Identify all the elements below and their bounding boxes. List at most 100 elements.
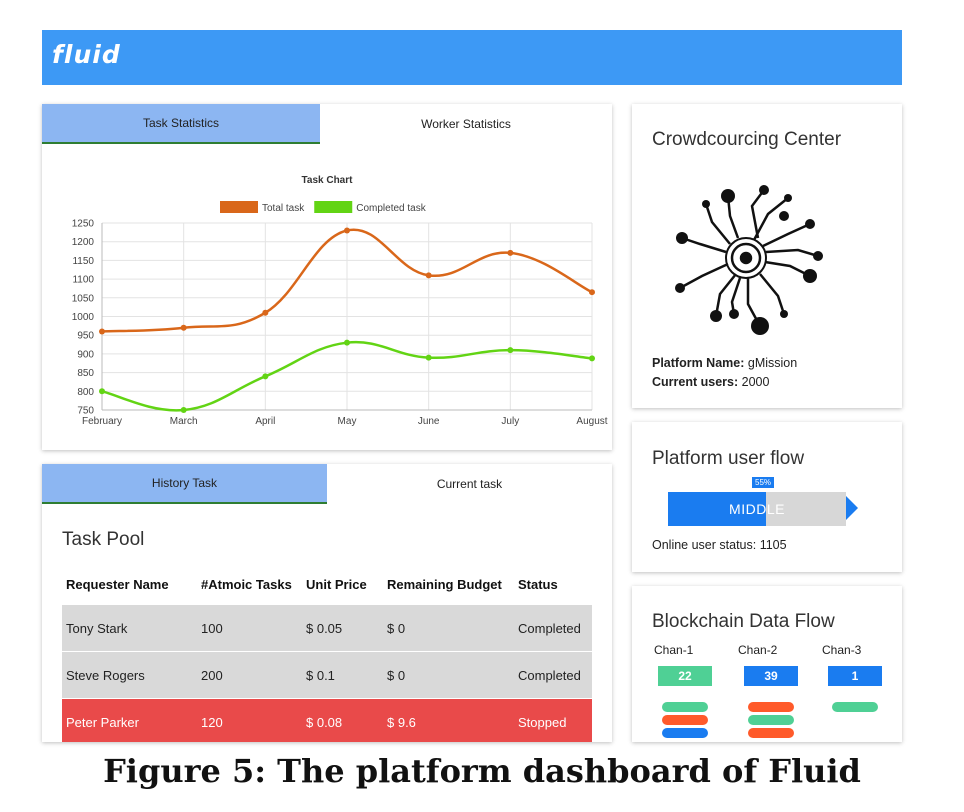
tab-current-task[interactable]: Current task [327, 464, 612, 504]
block-pill [748, 715, 794, 725]
data-point [180, 324, 187, 331]
chart-legend: Total task Completed task [220, 201, 427, 214]
data-point [425, 354, 432, 361]
table-cell: 100 [197, 604, 302, 652]
crowd-center-title: Crowdcourcing Center [652, 129, 842, 150]
x-axis: February March April May June July August [82, 416, 608, 427]
legend-label: Total task [262, 203, 305, 214]
x-tick-label: August [576, 416, 607, 427]
statistics-card: Task Statistics Worker Statistics Task C… [42, 104, 612, 450]
table-cell: $ 0.1 [302, 651, 383, 699]
data-point [344, 227, 350, 234]
column-header[interactable]: Requester Name [62, 564, 197, 605]
block-pill [832, 702, 878, 712]
table-cell: 200 [197, 651, 302, 699]
data-point [262, 309, 269, 316]
user-flow-title: Platform user flow [652, 448, 805, 469]
crowd-center-card: Crowdcourcing Center Platform Name: gMis… [632, 104, 902, 408]
y-tick-label: 1000 [72, 312, 95, 323]
table-cell: $ 0.05 [302, 604, 383, 652]
table-cell: 120 [197, 698, 302, 742]
data-point [589, 289, 595, 296]
task-chart: Task Chart Total task Completed task 750 8… [72, 175, 608, 427]
table-cell: $ 0 [383, 604, 514, 652]
data-point [507, 249, 514, 256]
chart-title: Task Chart [302, 175, 354, 186]
current-users-value: 2000 [741, 375, 770, 389]
column-header[interactable]: #Atmoic Tasks [197, 564, 302, 605]
task-tabs: History Task Current task [42, 464, 612, 504]
data-point [99, 388, 105, 395]
user-flow-bar: MIDDLE [668, 492, 846, 526]
table-cell: Stopped [514, 698, 592, 742]
data-point [99, 328, 105, 335]
x-tick-label: May [338, 416, 357, 427]
table-cell: Peter Parker [62, 698, 197, 742]
data-point [507, 347, 514, 354]
column-header[interactable]: Unit Price [302, 564, 383, 605]
brand-logo[interactable]: fluid [52, 40, 121, 69]
y-tick-label: 1150 [72, 256, 94, 267]
x-tick-label: July [501, 416, 519, 427]
x-tick-label: February [82, 416, 122, 427]
flow-arrow-icon [846, 496, 858, 520]
channel-label: Chan-3 [822, 643, 862, 657]
x-tick-label: April [255, 416, 275, 427]
y-tick-label: 1100 [72, 275, 94, 286]
legend-swatch [220, 201, 258, 213]
channel-count[interactable]: 39 [744, 666, 798, 686]
blockchain-title: Blockchain Data Flow [652, 611, 835, 632]
tab-history-task[interactable]: History Task [42, 464, 327, 504]
statistics-tabs: Task Statistics Worker Statistics [42, 104, 612, 144]
channel-count[interactable]: 1 [828, 666, 882, 686]
network-hub-icon [675, 185, 823, 335]
task-pool-table: Requester Name #Atmoic Tasks Unit Price … [62, 564, 592, 742]
table-header-row: Requester Name #Atmoic Tasks Unit Price … [62, 564, 592, 605]
platform-name-label: Platform Name: [652, 356, 745, 370]
platform-info: Platform Name: gMission Current users: 2… [652, 354, 797, 392]
x-tick-label: March [170, 416, 198, 427]
flow-percent-badge: 55% [752, 477, 775, 488]
channel-label: Chan-2 [738, 643, 778, 657]
table-cell: Tony Stark [62, 604, 197, 652]
table-cell: Steve Rogers [62, 651, 197, 699]
table-cell: $ 0 [383, 651, 514, 699]
table-cell: Completed [514, 604, 592, 652]
y-tick-label: 1250 [72, 219, 95, 230]
data-point [344, 339, 350, 346]
block-pill [662, 715, 708, 725]
y-tick-label: 750 [77, 406, 94, 417]
y-tick-label: 950 [77, 331, 94, 342]
column-header[interactable]: Status [514, 564, 592, 605]
tab-task-statistics[interactable]: Task Statistics [42, 104, 320, 144]
figure-caption: Figure 5: The platform dashboard of Flui… [103, 752, 861, 790]
online-status: Online user status: 1105 [652, 538, 787, 552]
chart-grid [101, 222, 593, 411]
block-pill [662, 702, 708, 712]
column-header[interactable]: Remaining Budget [383, 564, 514, 605]
blockchain-card: Blockchain Data Flow Chan-1 Chan-2 Chan-… [632, 586, 902, 742]
table-row[interactable]: Steve Rogers 200 $ 0.1 $ 0 Completed [62, 651, 592, 699]
block-pill [662, 728, 708, 738]
task-pool-title: Task Pool [62, 529, 145, 550]
data-point [425, 272, 432, 279]
current-users-label: Current users: [652, 375, 739, 389]
tab-worker-statistics[interactable]: Worker Statistics [320, 104, 612, 144]
user-flow-card: Platform user flow 55% MIDDLE Online use… [632, 422, 902, 572]
user-flow-level: MIDDLE [729, 501, 785, 517]
table-row[interactable]: Tony Stark 100 $ 0.05 $ 0 Completed [62, 604, 592, 652]
y-tick-label: 900 [77, 349, 94, 360]
table-cell: Completed [514, 651, 592, 699]
task-card: History Task Current task Task Pool Requ… [42, 464, 612, 742]
y-tick-label: 850 [77, 368, 94, 379]
table-row[interactable]: Peter Parker 120 $ 0.08 $ 9.6 Stopped [62, 698, 592, 742]
x-tick-label: June [418, 416, 440, 427]
channel-count[interactable]: 22 [658, 666, 712, 686]
app-header: fluid [42, 30, 902, 85]
y-tick-label: 1050 [72, 293, 95, 304]
data-point [180, 407, 187, 413]
platform-name-value: gMission [747, 356, 798, 370]
y-axis: 750 800 850 900 950 1000 1050 1100 1150 1200 1250 [72, 219, 95, 417]
channel-label: Chan-1 [654, 643, 694, 657]
data-point [262, 373, 269, 380]
